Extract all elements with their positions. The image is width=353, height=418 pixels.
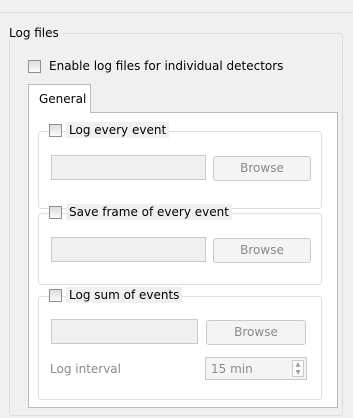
save-frame-browse-button[interactable]: Browse <box>213 238 311 263</box>
log-sum-path-input[interactable] <box>51 319 198 344</box>
log-sum-label: Log sum of events <box>66 287 183 303</box>
tab-general-label: General <box>39 92 87 106</box>
log-interval-spinbox[interactable]: 15 min ▲ ▼ <box>205 357 307 380</box>
log-every-event-checkbox[interactable] <box>49 124 62 137</box>
enable-log-files-label: Enable log files for individual detector… <box>49 59 284 73</box>
log-sum-group <box>38 296 322 400</box>
general-tab-panel: Log every event Browse Save frame of eve… <box>28 112 338 408</box>
log-sum-browse-button[interactable]: Browse <box>206 320 306 345</box>
tab-general[interactable]: General <box>28 84 91 113</box>
log-every-event-path-input[interactable] <box>51 155 206 180</box>
enable-log-files-checkbox[interactable] <box>28 60 41 73</box>
spin-arrows[interactable]: ▲ ▼ <box>292 360 304 377</box>
log-every-event-label: Log every event <box>66 122 170 138</box>
log-files-title: Log files <box>6 26 62 40</box>
log-sum-checkbox[interactable] <box>49 289 62 302</box>
log-interval-value: 15 min <box>211 362 253 376</box>
log-interval-label: Log interval <box>50 362 121 376</box>
save-frame-path-input[interactable] <box>51 237 206 262</box>
top-divider <box>0 0 353 13</box>
spin-down-icon[interactable]: ▼ <box>293 369 303 377</box>
save-frame-label: Save frame of every event <box>66 204 232 220</box>
save-frame-checkbox[interactable] <box>49 206 62 219</box>
log-every-event-browse-button[interactable]: Browse <box>213 156 311 181</box>
spin-up-icon[interactable]: ▲ <box>293 361 303 369</box>
